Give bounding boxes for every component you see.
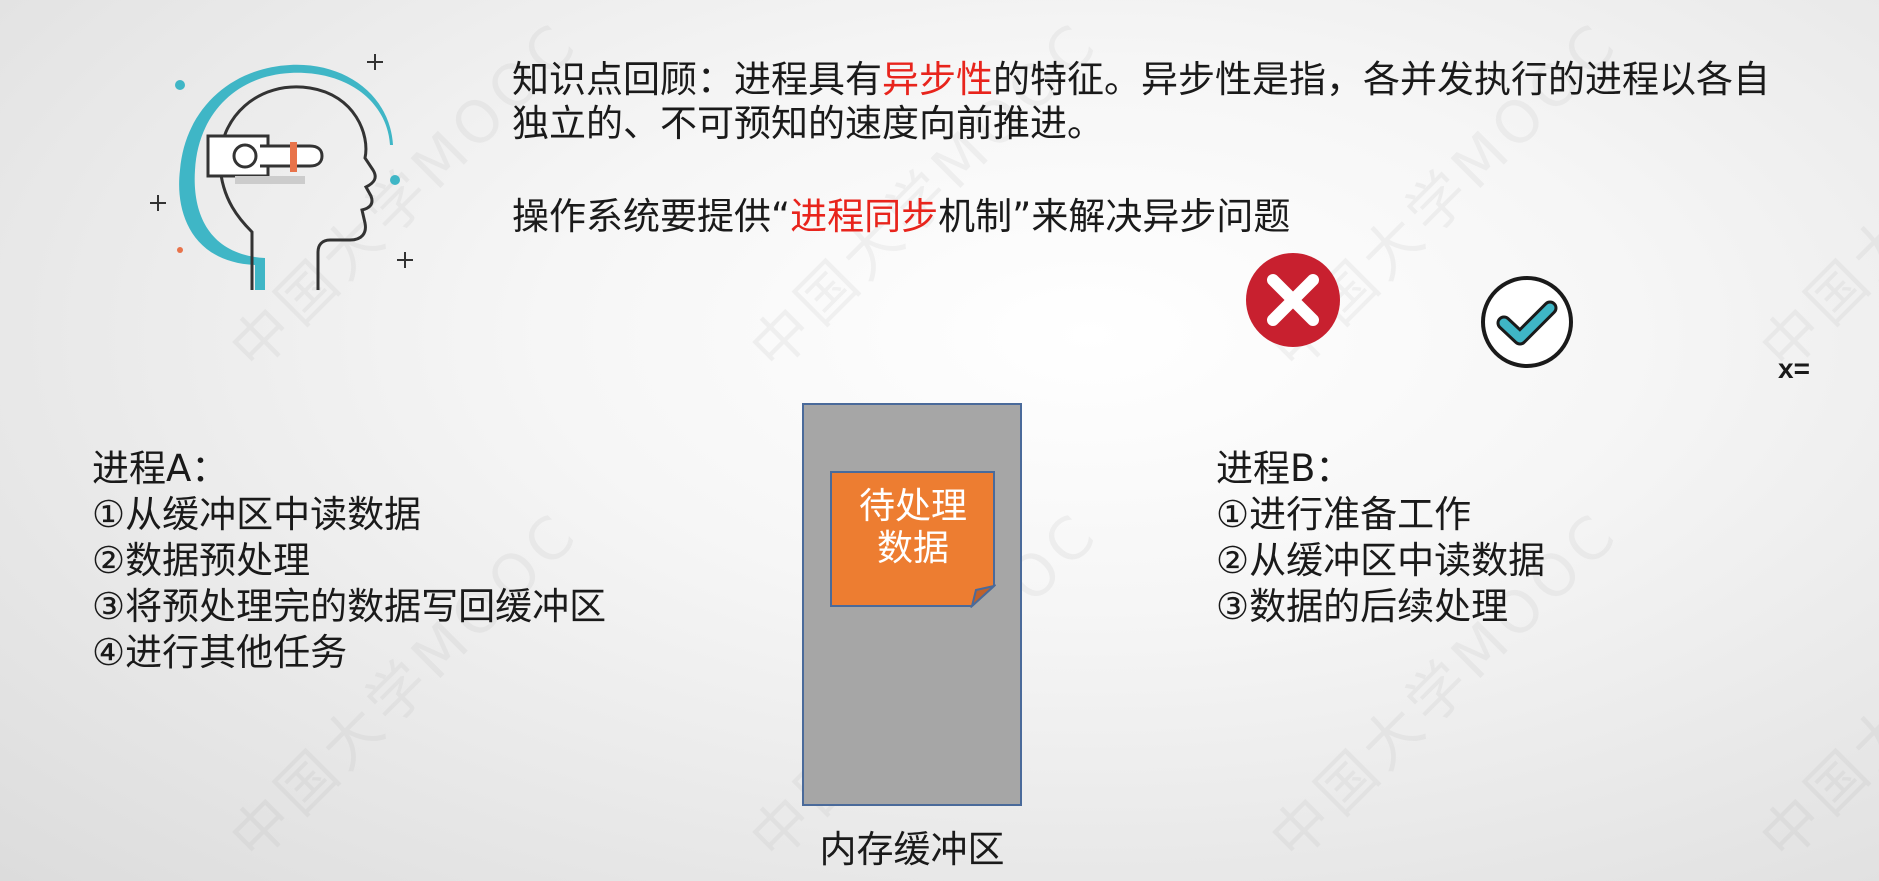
- recap-highlight: 异步性: [882, 58, 993, 101]
- process-b: 进程B： ①进行准备工作 ②从缓冲区中读数据 ③数据的后续处理: [1216, 446, 1545, 630]
- process-a: 进程A： ①从缓冲区中读数据 ②数据预处理 ③将预处理完的数据写回缓冲区 ④进行…: [92, 446, 606, 676]
- sync-suffix: 机制”来解决异步问题: [938, 195, 1291, 238]
- sync-text: 操作系统要提供“进程同步机制”来解决异步问题: [512, 195, 1290, 239]
- recap-text: 知识点回顾：进程具有异步性的特征。异步性是指，各并发执行的进程以各自独立的、不可…: [512, 58, 1792, 146]
- data-note-line: 待处理: [858, 486, 967, 527]
- process-b-step: ③数据的后续处理: [1216, 585, 1509, 628]
- process-a-step: ①从缓冲区中读数据: [92, 493, 422, 536]
- process-a-step: ②数据预处理: [92, 539, 311, 582]
- head-with-watch-icon: [150, 54, 413, 291]
- check-circle-icon: [1481, 276, 1573, 368]
- process-b-step: ②从缓冲区中读数据: [1216, 539, 1546, 582]
- x-circle-icon: [1246, 253, 1340, 347]
- data-note-text: 待处理 数据: [830, 486, 996, 570]
- buffer-caption: 内存缓冲区: [819, 828, 1005, 871]
- process-a-step: ④进行其他任务: [92, 631, 348, 674]
- recap-prefix: 知识点回顾：进程具有: [512, 58, 882, 101]
- sync-prefix: 操作系统要提供“: [512, 195, 791, 238]
- sync-highlight: 进程同步: [790, 195, 939, 238]
- variable-label: x=: [1778, 353, 1810, 384]
- process-b-title: 进程B：: [1216, 447, 1353, 490]
- process-b-step: ①进行准备工作: [1216, 493, 1472, 536]
- process-a-title: 进程A：: [92, 447, 229, 490]
- data-note-line: 数据: [876, 528, 949, 569]
- process-a-step: ③将预处理完的数据写回缓冲区: [92, 585, 607, 628]
- watermark: 中国大学MOOC: [1747, 498, 1879, 873]
